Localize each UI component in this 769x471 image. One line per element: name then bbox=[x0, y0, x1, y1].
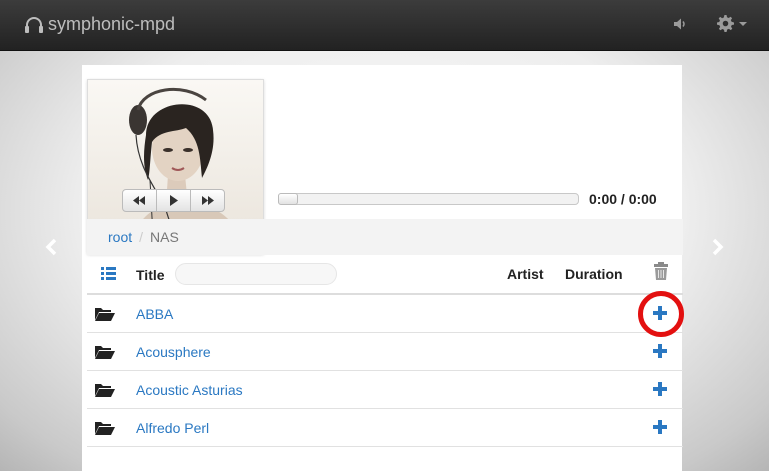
navbar: symphonic-mpd bbox=[0, 0, 769, 51]
folder-name[interactable]: ABBA bbox=[136, 306, 173, 322]
column-duration[interactable]: Duration bbox=[565, 266, 623, 282]
previous-button[interactable] bbox=[123, 190, 157, 211]
column-artist[interactable]: Artist bbox=[507, 266, 544, 282]
play-button[interactable] bbox=[157, 190, 191, 211]
breadcrumb-current: NAS bbox=[150, 229, 179, 245]
chevron-down-icon bbox=[739, 21, 747, 26]
folder-name[interactable]: Acoustic Asturias bbox=[136, 382, 243, 398]
settings-dropdown[interactable] bbox=[717, 15, 747, 32]
column-title[interactable]: Title bbox=[136, 267, 165, 283]
play-icon bbox=[170, 195, 178, 206]
playlist-button[interactable] bbox=[101, 267, 116, 283]
app-title: symphonic-mpd bbox=[48, 14, 176, 34]
table-row[interactable]: Acousphere bbox=[87, 333, 683, 371]
app-brand[interactable]: symphonic-mpd bbox=[24, 14, 175, 35]
table-row[interactable]: ABBA bbox=[87, 295, 683, 333]
breadcrumb: root / NAS bbox=[87, 219, 683, 255]
progress-bar[interactable] bbox=[278, 193, 579, 205]
folder-name[interactable]: Alfredo Perl bbox=[136, 420, 209, 436]
folder-open-icon bbox=[95, 346, 115, 359]
chevron-right-icon bbox=[712, 238, 724, 256]
breadcrumb-separator: / bbox=[139, 229, 144, 245]
next-button[interactable] bbox=[191, 190, 224, 211]
folder-open-icon bbox=[95, 308, 115, 321]
plus-icon[interactable] bbox=[653, 344, 667, 358]
headphones-icon bbox=[25, 16, 43, 33]
previous-icon bbox=[133, 196, 145, 205]
previous-page-arrow[interactable] bbox=[44, 238, 60, 261]
search-input[interactable] bbox=[175, 263, 337, 285]
list-icon bbox=[101, 267, 116, 280]
table-row[interactable]: Alfredo Perl bbox=[87, 409, 683, 447]
clear-button[interactable] bbox=[654, 262, 668, 283]
gear-icon bbox=[717, 15, 734, 32]
plus-icon[interactable] bbox=[653, 382, 667, 396]
folder-open-icon bbox=[95, 422, 115, 435]
highlight-ring bbox=[638, 291, 684, 337]
folder-open-icon bbox=[95, 384, 115, 397]
volume-button[interactable] bbox=[673, 17, 687, 36]
table-header: Title Artist Duration bbox=[87, 256, 683, 295]
trash-icon bbox=[654, 262, 668, 280]
table-row[interactable]: Acoustic Asturias bbox=[87, 371, 683, 409]
next-page-arrow[interactable] bbox=[709, 238, 725, 261]
volume-icon bbox=[674, 18, 685, 30]
chevron-left-icon bbox=[45, 238, 57, 256]
playback-controls bbox=[122, 189, 225, 212]
breadcrumb-root[interactable]: root bbox=[108, 229, 132, 245]
plus-icon[interactable] bbox=[653, 420, 667, 434]
elapsed-time: 0:00 / 0:00 bbox=[589, 191, 657, 207]
progress-handle[interactable] bbox=[278, 193, 298, 205]
folder-name[interactable]: Acousphere bbox=[136, 344, 211, 360]
next-icon bbox=[202, 196, 214, 205]
